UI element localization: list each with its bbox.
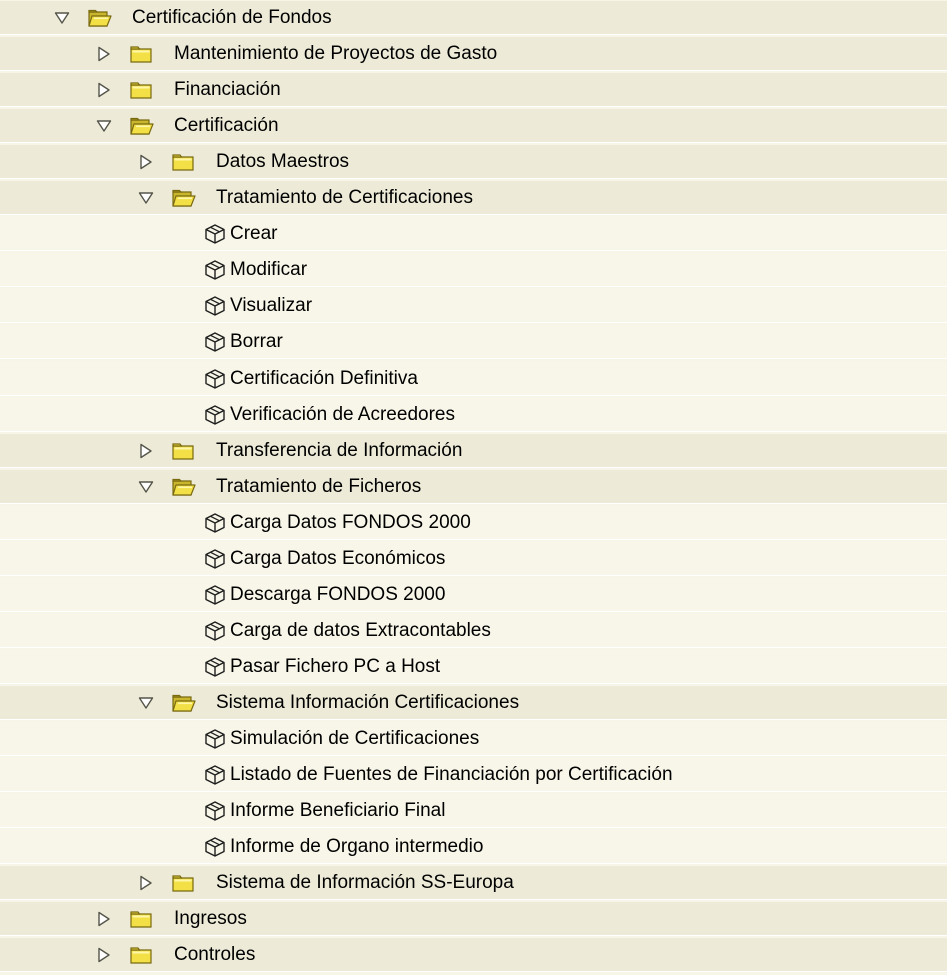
tree-transaction-modificar[interactable]: Modificar [0,253,947,288]
tree-node-label: Sistema Información Certificaciones [216,691,520,713]
tree-node-label: Certificación [174,115,279,137]
tree-node-label: Carga Datos FONDOS 2000 [230,511,471,533]
transaction-cube-icon [204,728,226,750]
tree-transaction-pasar-fichero-pc-a-host[interactable]: Pasar Fichero PC a Host [0,649,947,684]
transaction-cube-icon [204,836,226,858]
triangle-right-icon[interactable] [97,911,111,927]
tree-node-label: Certificación de Fondos [132,7,332,28]
folder-icon [130,45,152,63]
tree-node-label: Tratamiento de Certificaciones [216,187,473,209]
tree-transaction-simulacion-de-certificaciones[interactable]: Simulación de Certificaciones [0,722,947,756]
tree-transaction-descarga-fondos-2000[interactable]: Descarga FONDOS 2000 [0,577,947,612]
tree-node-label: Visualizar [230,295,313,317]
folder-open-icon [130,117,154,135]
tree-node-label: Simulación de Certificaciones [230,728,480,749]
tree-transaction-carga-datos-economicos[interactable]: Carga Datos Económicos [0,541,947,576]
triangle-down-icon[interactable] [138,191,154,205]
tree-node-label: Informe Beneficiario Final [230,800,446,822]
tree-node-label: Certificación Definitiva [230,367,418,389]
tree-folder-mantenimiento-de-proyectos-de-gasto[interactable]: Mantenimiento de Proyectos de Gasto [0,37,947,71]
transaction-cube-icon [204,800,226,822]
folder-icon [130,81,152,99]
transaction-cube-icon [204,656,226,678]
tree-folder-sistema-informacion-certificaciones[interactable]: Sistema Información Certificaciones [0,685,947,720]
tree-folder-ingresos[interactable]: Ingresos [0,902,947,937]
tree-node-label: Borrar [230,331,283,353]
folder-open-icon [88,9,112,27]
triangle-down-icon[interactable] [138,696,154,710]
folder-icon [172,874,194,892]
tree-transaction-borrar[interactable]: Borrar [0,325,947,360]
tree-folder-tratamiento-de-certificaciones[interactable]: Tratamiento de Certificaciones [0,181,947,216]
tree-folder-financiacion[interactable]: Financiación [0,73,947,108]
tree-node-label: Mantenimiento de Proyectos de Gasto [174,43,498,64]
tree-node-label: Verificación de Acreedores [230,403,455,425]
tree-node-label: Pasar Fichero PC a Host [230,655,441,677]
triangle-down-icon[interactable] [96,119,112,133]
transaction-cube-icon [204,223,226,245]
triangle-right-icon[interactable] [139,154,153,170]
folder-open-icon [172,478,196,496]
tree-transaction-crear[interactable]: Crear [0,217,947,252]
tree-node-label: Modificar [230,259,308,281]
tree-folder-certificacion-de-fondos[interactable]: Certificación de Fondos [0,1,947,35]
transaction-cube-icon [204,295,226,317]
transaction-cube-icon [204,620,226,642]
tree-node-label: Tratamiento de Ficheros [216,475,422,497]
transaction-cube-icon [204,331,226,353]
transaction-cube-icon [204,548,226,570]
triangle-right-icon[interactable] [97,82,111,98]
folder-open-icon [172,694,196,712]
tree-folder-datos-maestros[interactable]: Datos Maestros [0,145,947,180]
tree-node-label: Listado de Fuentes de Financiación por C… [230,764,673,785]
triangle-right-icon[interactable] [139,443,153,459]
tree-folder-tratamiento-de-ficheros[interactable]: Tratamiento de Ficheros [0,469,947,504]
sap-menu-tree: Certificación de Fondos Mantenimiento de … [0,0,947,975]
tree-node-label: Controles [174,944,256,966]
tree-node-label: Financiación [174,79,281,101]
tree-folder-sistema-de-informacion-ss-europa[interactable]: Sistema de Información SS-Europa [0,866,947,901]
triangle-right-icon[interactable] [139,875,153,891]
transaction-cube-icon [204,584,226,606]
tree-transaction-visualizar[interactable]: Visualizar [0,289,947,324]
triangle-right-icon[interactable] [97,46,111,62]
triangle-down-icon[interactable] [138,480,154,494]
tree-transaction-informe-beneficiario-final[interactable]: Informe Beneficiario Final [0,794,947,829]
folder-icon [130,910,152,928]
folder-open-icon [172,189,196,207]
triangle-down-icon[interactable] [54,11,70,25]
tree-folder-certificacion[interactable]: Certificación [0,109,947,144]
tree-node-label: Sistema de Información SS-Europa [216,872,514,894]
tree-folder-transferencia-de-informacion[interactable]: Transferencia de Información [0,433,947,468]
tree-node-label: Crear [230,223,278,245]
tree-node-label: Carga de datos Extracontables [230,619,491,641]
tree-node-label: Descarga FONDOS 2000 [230,583,446,605]
tree-transaction-verificacion-de-acreedores[interactable]: Verificación de Acreedores [0,397,947,432]
tree-transaction-informe-de-organo-intermedio[interactable]: Informe de Organo intermedio [0,830,947,865]
tree-transaction-certificacion-definitiva[interactable]: Certificación Definitiva [0,361,947,396]
folder-icon [130,946,152,964]
folder-icon [172,153,194,171]
tree-node-label: Carga Datos Económicos [230,547,446,569]
folder-icon [172,442,194,460]
tree-node-label: Ingresos [174,908,247,930]
transaction-cube-icon [204,368,226,390]
tree-transaction-carga-de-datos-extracontables[interactable]: Carga de datos Extracontables [0,613,947,648]
tree-node-label: Transferencia de Información [216,439,463,461]
transaction-cube-icon [204,259,226,281]
tree-folder-controles[interactable]: Controles [0,938,947,973]
transaction-cube-icon [204,764,226,786]
tree-node-label: Informe de Organo intermedio [230,836,484,858]
tree-transaction-carga-datos-fondos-2000[interactable]: Carga Datos FONDOS 2000 [0,505,947,540]
tree-transaction-listado-de-fuentes-de-financiacion-por-certificacion[interactable]: Listado de Fuentes de Financiación por C… [0,758,947,792]
tree-node-label: Datos Maestros [216,151,350,173]
transaction-cube-icon [204,512,226,534]
triangle-right-icon[interactable] [97,947,111,963]
transaction-cube-icon [204,404,226,426]
